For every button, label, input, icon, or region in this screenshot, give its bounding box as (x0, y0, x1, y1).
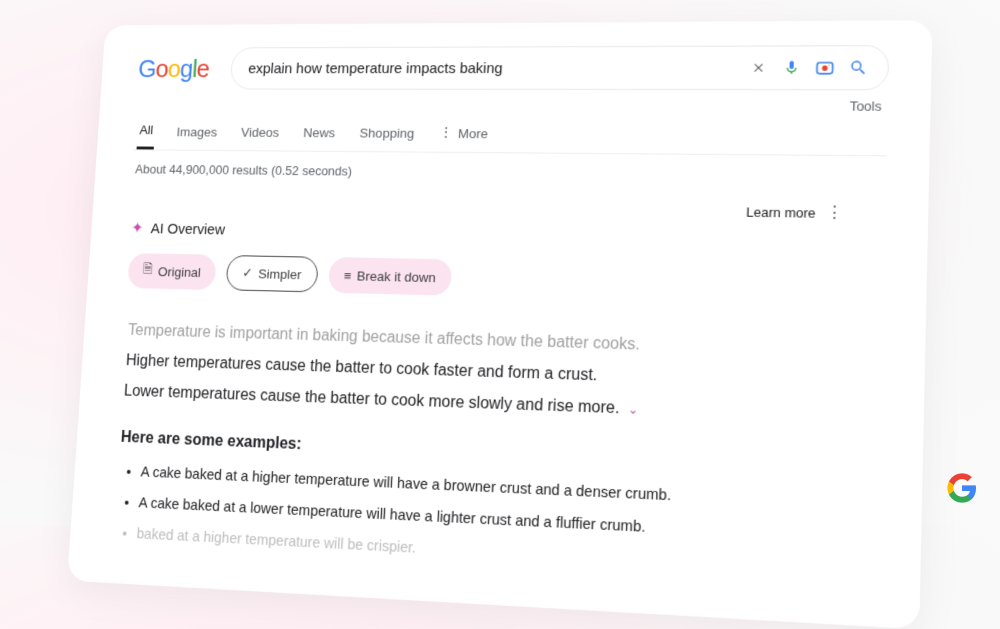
chip-break-it-down[interactable]: ≡ Break it down (328, 257, 453, 296)
header-row: Google (137, 45, 890, 90)
more-vert-icon: ⋮ (439, 125, 453, 141)
search-input[interactable] (248, 59, 736, 76)
close-icon[interactable] (748, 58, 769, 78)
chevron-down-icon[interactable]: ⌄ (628, 402, 639, 417)
sparkle-icon: ✦ (131, 218, 144, 237)
tab-shopping[interactable]: Shopping (357, 115, 417, 150)
examples-list: A cake baked at a higher temperature wil… (114, 460, 804, 581)
chip-simpler[interactable]: ✓ Simpler (226, 255, 319, 292)
tab-images[interactable]: Images (174, 115, 220, 149)
document-icon: 🗎 (142, 260, 153, 282)
google-logo[interactable]: Google (137, 54, 209, 84)
checklist-icon: ✓ (242, 265, 253, 281)
tools-row: Tools (135, 95, 888, 114)
ai-overview-title: AI Overview (150, 220, 225, 238)
chip-original-label: Original (158, 264, 202, 280)
google-g-logo (946, 472, 978, 512)
camera-icon[interactable] (814, 57, 835, 77)
tab-all[interactable]: All (137, 113, 157, 149)
tab-news[interactable]: News (301, 115, 338, 149)
search-icon[interactable] (848, 57, 870, 77)
ai-overview-content: Temperature is important in baking becau… (104, 317, 883, 627)
chip-original[interactable]: 🗎 Original (127, 253, 216, 290)
more-vert-icon[interactable]: ⋮ (826, 202, 843, 223)
mic-icon[interactable] (781, 58, 802, 78)
learn-more-link[interactable]: Learn more (746, 204, 816, 220)
search-results-card: Google Tools All (67, 20, 932, 629)
chip-break-label: Break it down (357, 268, 437, 285)
tabs-bar: All Images Videos News Shopping ⋮ More (133, 113, 888, 156)
tools-link[interactable]: Tools (849, 98, 881, 114)
chip-simpler-label: Simpler (258, 266, 302, 282)
tab-videos[interactable]: Videos (238, 115, 282, 149)
tab-more-label: More (458, 126, 489, 141)
search-bar[interactable] (230, 45, 890, 90)
tab-more[interactable]: ⋮ More (436, 115, 490, 151)
list-icon: ≡ (344, 268, 352, 283)
